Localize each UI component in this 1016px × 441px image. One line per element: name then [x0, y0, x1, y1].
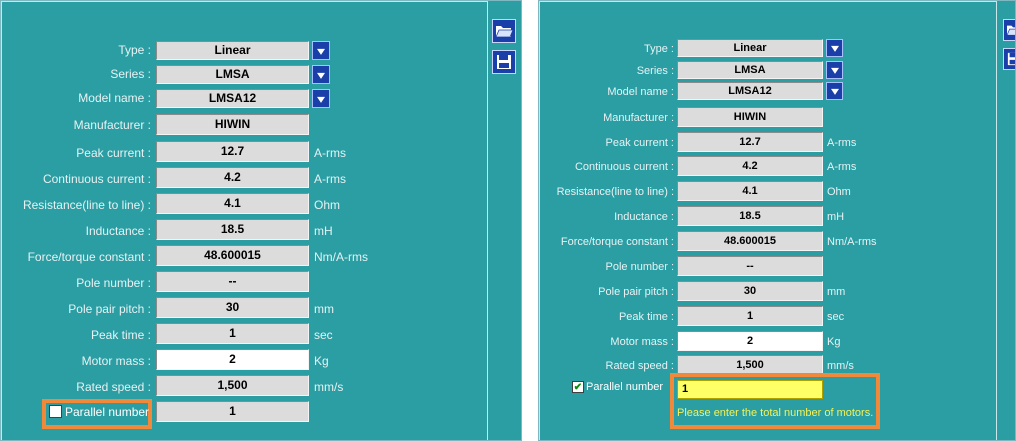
- peak-time-field: 1: [156, 323, 309, 344]
- model-name-dropdown-icon[interactable]: [826, 82, 843, 100]
- motor-mass-input[interactable]: 2: [677, 331, 823, 351]
- type-label: Type :: [118, 43, 151, 57]
- inductance-label: Inductance :: [85, 224, 151, 238]
- inductance-unit: mH: [314, 224, 333, 238]
- series-select[interactable]: LMSA: [677, 61, 823, 79]
- save-file-button[interactable]: [492, 50, 516, 74]
- peak-current-label: Peak current :: [605, 137, 674, 149]
- pole-number-label: Pole number :: [76, 276, 151, 290]
- floppy-disk-icon: [1007, 52, 1015, 66]
- parallel-number-input[interactable]: 1: [677, 380, 823, 399]
- motor-mass-input[interactable]: 2: [156, 349, 309, 370]
- series-dropdown-icon[interactable]: [312, 65, 330, 84]
- pole-pair-pitch-field: 30: [156, 297, 309, 318]
- resistance-field: 4.1: [677, 181, 823, 201]
- continuous-current-field: 4.2: [156, 167, 309, 188]
- force-constant-field: 48.600015: [677, 231, 823, 251]
- save-file-button[interactable]: [1003, 48, 1015, 70]
- model-name-label: Model name :: [607, 86, 674, 98]
- parallel-number-field: 1: [156, 401, 309, 422]
- rated-speed-unit: mm/s: [314, 380, 344, 394]
- peak-current-unit: A-rms: [314, 146, 346, 160]
- rated-speed-field: 1,500: [156, 375, 309, 396]
- series-select[interactable]: LMSA: [156, 65, 309, 84]
- pole-number-field: --: [677, 256, 823, 276]
- pole-pair-pitch-label: Pole pair pitch :: [598, 286, 674, 298]
- manufacturer-label: Manufacturer :: [73, 118, 151, 132]
- resistance-label: Resistance(line to line) :: [556, 186, 674, 198]
- parallel-number-hint: Please enter the total number of motors.: [677, 407, 874, 419]
- force-constant-label: Force/torque constant :: [560, 236, 674, 248]
- peak-time-label: Peak time :: [618, 311, 674, 323]
- model-name-select[interactable]: LMSA12: [677, 82, 823, 100]
- type-select[interactable]: Linear: [156, 41, 309, 60]
- resistance-unit: Ohm: [827, 186, 851, 198]
- model-name-label: Model name :: [78, 91, 151, 105]
- right-motor-panel: Type : Linear Series : LMSA Model name :…: [538, 0, 1016, 441]
- rated-speed-field: 1,500: [677, 355, 823, 375]
- folder-open-icon: [495, 26, 513, 38]
- continuous-current-label: Continuous current :: [42, 172, 151, 186]
- force-constant-unit: Nm/A-rms: [827, 236, 877, 248]
- pole-pair-pitch-field: 30: [677, 281, 823, 301]
- force-constant-label: Force/torque constant :: [27, 250, 151, 264]
- peak-time-unit: sec: [827, 311, 845, 323]
- motor-mass-unit: Kg: [314, 354, 329, 368]
- rated-speed-label: Rated speed :: [605, 360, 675, 372]
- peak-current-label: Peak current :: [76, 146, 151, 160]
- force-constant-field: 48.600015: [156, 245, 309, 266]
- open-file-button[interactable]: [1003, 19, 1015, 41]
- parallel-number-label: Parallel number: [586, 381, 664, 393]
- motor-mass-label: Motor mass :: [610, 336, 674, 348]
- manufacturer-field: HIWIN: [156, 114, 309, 135]
- type-select[interactable]: Linear: [677, 39, 823, 57]
- inductance-field: 18.5: [156, 219, 309, 240]
- resistance-unit: Ohm: [314, 198, 341, 212]
- motor-mass-label: Motor mass :: [81, 354, 151, 368]
- resistance-field: 4.1: [156, 193, 309, 214]
- peak-current-field: 12.7: [156, 141, 309, 162]
- pole-pair-pitch-unit: mm: [827, 286, 846, 298]
- parallel-number-label: Parallel number: [65, 405, 150, 419]
- force-constant-unit: Nm/A-rms: [314, 250, 368, 264]
- series-dropdown-icon[interactable]: [826, 61, 843, 79]
- inductance-label: Inductance :: [614, 211, 674, 223]
- resistance-label: Resistance(line to line) :: [22, 198, 151, 212]
- continuous-current-label: Continuous current :: [574, 161, 674, 173]
- manufacturer-label: Manufacturer :: [603, 112, 674, 124]
- series-label: Series :: [636, 65, 674, 77]
- motor-mass-unit: Kg: [827, 336, 841, 348]
- folder-open-icon: [1006, 25, 1015, 36]
- inductance-field: 18.5: [677, 206, 823, 226]
- pole-pair-pitch-label: Pole pair pitch :: [68, 302, 151, 316]
- open-file-button[interactable]: [492, 19, 516, 43]
- continuous-current-unit: A-rms: [827, 161, 857, 173]
- peak-current-unit: A-rms: [827, 137, 857, 149]
- type-dropdown-icon[interactable]: [826, 39, 843, 57]
- type-dropdown-icon[interactable]: [312, 41, 330, 60]
- inductance-unit: mH: [827, 211, 845, 223]
- model-name-dropdown-icon[interactable]: [312, 89, 330, 108]
- continuous-current-field: 4.2: [677, 156, 823, 176]
- pole-number-label: Pole number :: [605, 261, 674, 273]
- peak-time-label: Peak time :: [90, 328, 151, 342]
- continuous-current-unit: A-rms: [314, 172, 346, 186]
- left-motor-panel: Type : Linear Series : LMSA Model name :…: [0, 0, 522, 441]
- pole-number-field: --: [156, 271, 309, 292]
- peak-time-field: 1: [677, 306, 823, 326]
- series-label: Series :: [110, 67, 151, 81]
- floppy-disk-icon: [497, 55, 511, 69]
- rated-speed-label: Rated speed :: [76, 380, 151, 394]
- manufacturer-field: HIWIN: [677, 107, 823, 127]
- model-name-select[interactable]: LMSA12: [156, 89, 309, 108]
- rated-speed-unit: mm/s: [827, 360, 854, 372]
- pole-pair-pitch-unit: mm: [314, 302, 334, 316]
- peak-current-field: 12.7: [677, 132, 823, 152]
- type-label: Type :: [644, 43, 674, 55]
- parallel-number-checkbox[interactable]: [49, 405, 62, 418]
- parallel-number-checkbox[interactable]: ✔: [572, 381, 584, 393]
- peak-time-unit: sec: [314, 328, 333, 342]
